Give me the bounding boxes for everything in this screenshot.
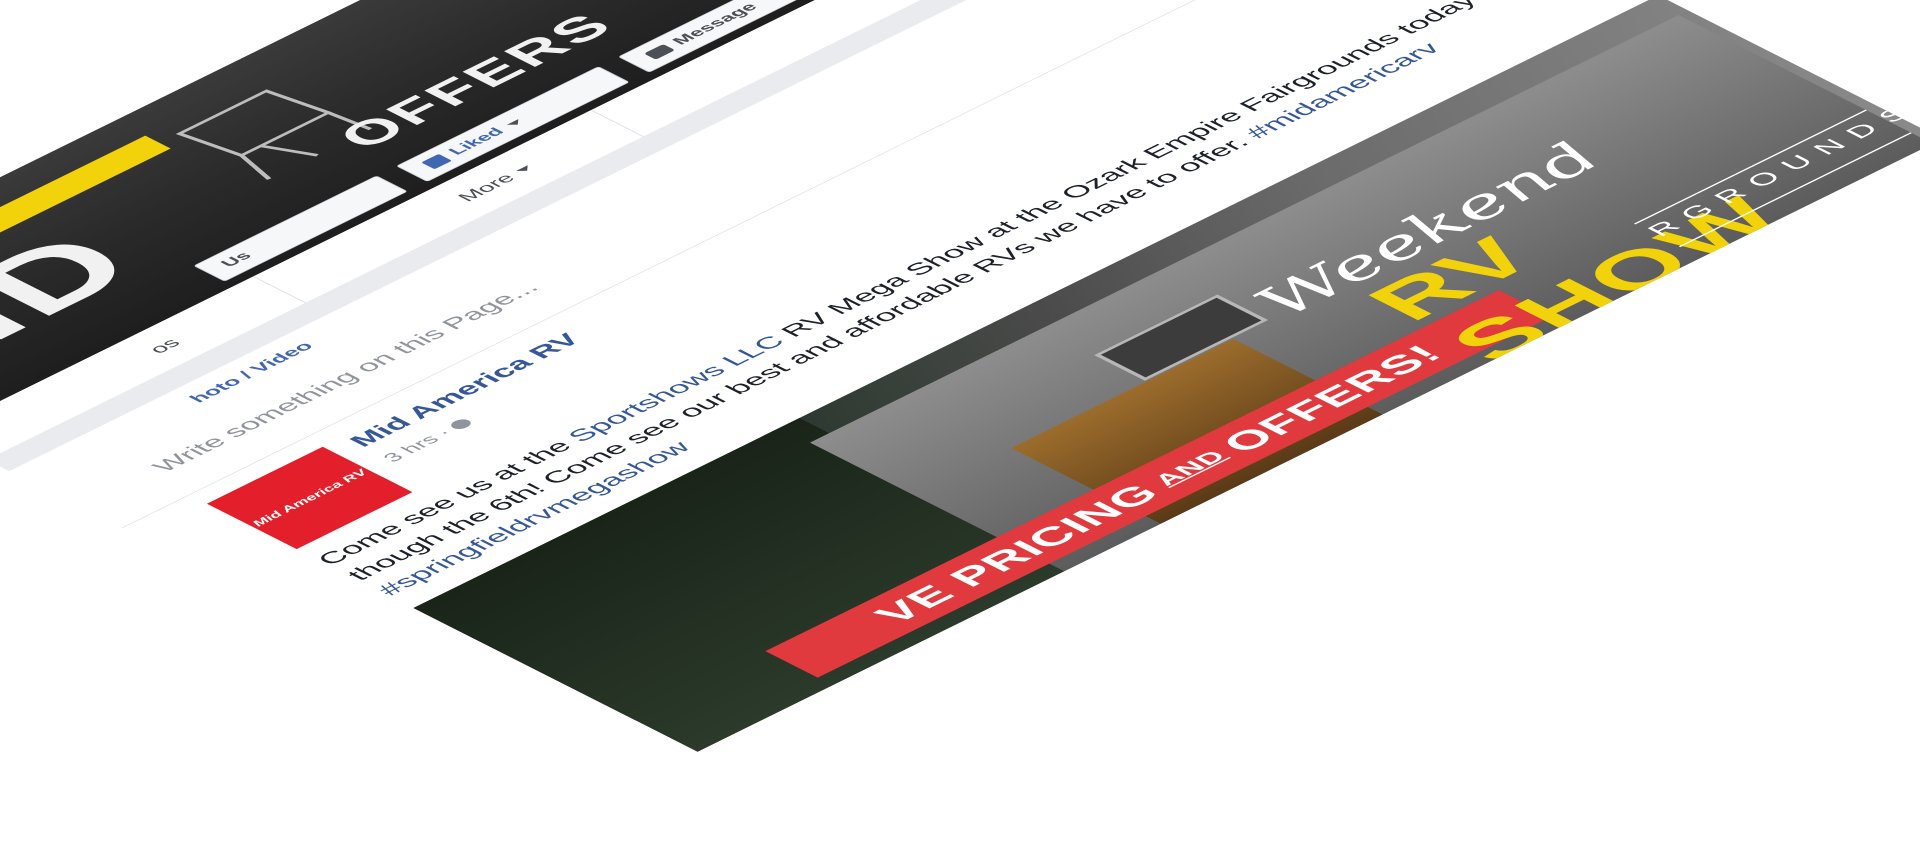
contact-us-label: Us [217,249,257,270]
facebook-page-perspective: ND OFFERS Us Liked Message ••• os More [0,0,1920,785]
tab-photos-label: os [143,335,185,357]
message-icon [643,44,676,60]
nav-divider [252,276,307,304]
tab-more-label: More [452,170,520,205]
liked-thumb-icon [421,153,453,170]
caret-down-icon [515,164,533,174]
caret-down-icon [506,119,523,128]
globe-icon [447,417,475,431]
tab-photos[interactable]: os [144,336,186,357]
nav-divider [590,109,644,137]
avatar-logo-text: Mid America RV [248,467,371,529]
